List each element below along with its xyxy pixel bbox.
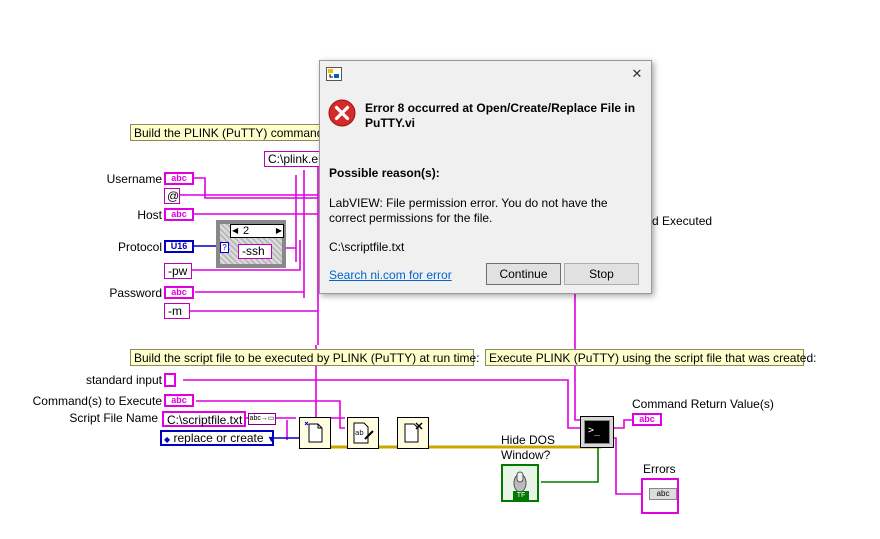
commands-control[interactable]: abc xyxy=(164,394,194,407)
case-selector[interactable]: ◀ 2 ▶ xyxy=(230,224,284,238)
stop-button[interactable]: Stop xyxy=(564,263,639,285)
label-hidden-executed: d Executed xyxy=(652,214,713,228)
label-protocol: Protocol xyxy=(117,240,162,254)
errors-indicator: abc xyxy=(641,478,679,514)
standard-input-control[interactable] xyxy=(164,373,176,387)
error-path: C:\scriptfile.txt xyxy=(329,240,405,254)
search-ni-link[interactable]: Search ni.com for error xyxy=(329,268,452,282)
open-file-node[interactable] xyxy=(299,417,331,449)
password-control[interactable]: abc xyxy=(164,286,194,299)
ssh-constant[interactable]: -ssh xyxy=(238,244,272,259)
reasons-heading: Possible reason(s): xyxy=(329,166,440,180)
continue-button[interactable]: Continue xyxy=(486,263,561,285)
at-constant[interactable]: @ xyxy=(164,188,180,204)
label-script-file-name: Script File Name xyxy=(69,411,158,425)
label-password: Password xyxy=(109,286,162,300)
case-selector-terminal: ? xyxy=(220,242,229,253)
svg-text:ab: ab xyxy=(355,429,364,437)
host-control[interactable]: abc xyxy=(164,208,194,221)
error-dialog: ✕ Error 8 occurred at Open/Create/Replac… xyxy=(319,60,652,294)
case-selector-value: 2 xyxy=(243,225,250,237)
comment-build-command: Build the PLINK (PuTTY) command xyxy=(130,124,323,141)
protocol-control[interactable]: U16 xyxy=(164,240,194,253)
comment-execute: Execute PLINK (PuTTY) using the script f… xyxy=(485,349,816,366)
pw-constant[interactable]: -pw xyxy=(164,263,192,279)
write-text-file-node[interactable]: ab xyxy=(347,417,379,449)
script-file-name-control[interactable]: C:\scriptfile.txt xyxy=(162,411,246,427)
terminal-icon: >_ xyxy=(584,420,610,444)
write-file-icon: ab xyxy=(353,422,374,444)
case-next-arrow[interactable]: ▶ xyxy=(276,225,282,237)
plink-path-constant[interactable]: C:\plink.e xyxy=(264,151,320,167)
system-exec-node[interactable]: >_ xyxy=(580,416,614,448)
label-standard-input: standard input xyxy=(85,373,162,387)
chevron-down-icon: ▼ xyxy=(266,434,276,444)
file-mode-enum[interactable]: ◆ replace or create ▼ xyxy=(160,430,276,446)
error-title: Error 8 occurred at Open/Create/Replace … xyxy=(365,101,636,130)
hide-dos-window-toggle[interactable]: TF xyxy=(501,464,539,502)
label-host: Host xyxy=(137,208,162,222)
reason-text: LabVIEW: File permission error. You do n… xyxy=(329,196,608,225)
label-errors: Errors xyxy=(643,462,676,476)
label-commands-to-execute: Command(s) to Execute xyxy=(32,394,162,408)
open-file-icon xyxy=(304,421,323,443)
close-icon[interactable]: ✕ xyxy=(626,64,648,84)
close-file-node[interactable] xyxy=(397,417,429,449)
case-structure[interactable]: ◀ 2 ▶ ? -ssh xyxy=(216,220,286,268)
comment-build-script: Build the script file to be executed by … xyxy=(130,349,480,366)
command-return-indicator: abc xyxy=(632,413,662,426)
case-prev-arrow[interactable]: ◀ xyxy=(232,225,238,237)
m-constant[interactable]: -m xyxy=(164,303,190,319)
enum-arrows-icon: ◆ xyxy=(164,435,171,444)
labview-app-icon xyxy=(326,67,342,81)
username-control[interactable]: abc xyxy=(164,172,194,185)
errors-abc-inner: abc xyxy=(649,488,677,500)
error-icon xyxy=(328,99,356,127)
path-conversion-node[interactable]: abc→▭ xyxy=(248,413,276,425)
tf-badge: TF xyxy=(513,491,529,500)
label-username: Username xyxy=(106,172,162,186)
label-hide-dos-window: Hide DOS Window? xyxy=(501,433,556,462)
label-command-return-value: Command Return Value(s) xyxy=(632,397,774,411)
close-file-icon xyxy=(404,422,423,443)
file-mode-value: replace or create xyxy=(173,431,264,445)
